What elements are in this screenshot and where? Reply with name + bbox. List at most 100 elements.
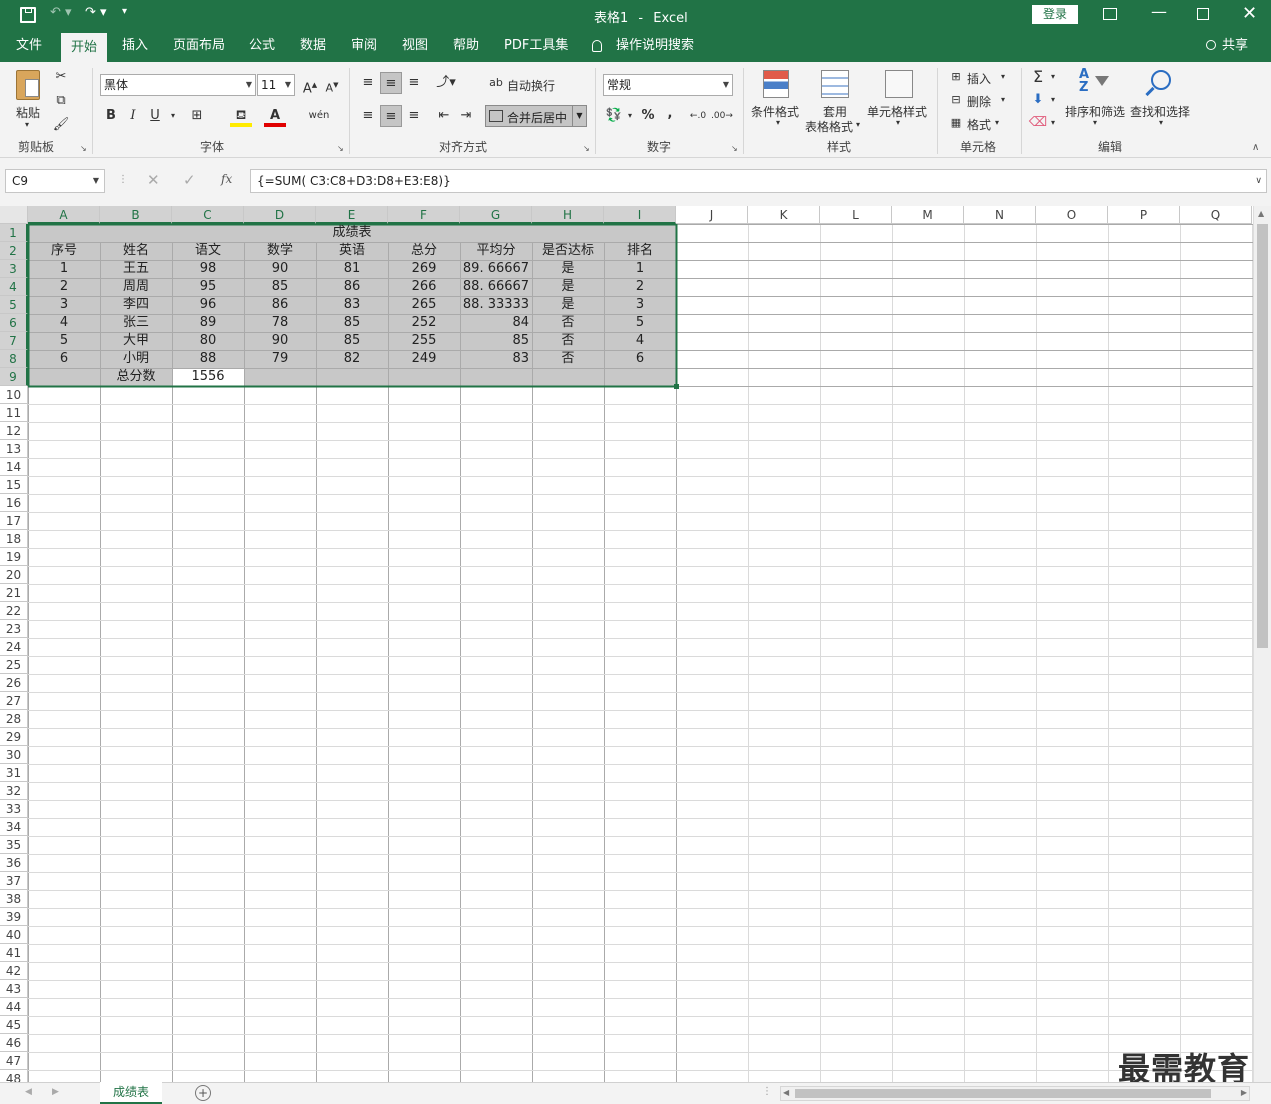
tab-review[interactable]: 审阅 (351, 30, 377, 62)
spreadsheet-grid[interactable]: ABCDEFGHIJKLMNOPQ 1 2 3 4 5 6 7 8 9 10 11 12 13 14 15 1… (0, 206, 1271, 1082)
table-cell[interactable]: 255 (388, 332, 460, 350)
row-header[interactable]: 44 (0, 998, 28, 1016)
collapse-ribbon-icon[interactable]: ∧ (1252, 142, 1259, 153)
row-header[interactable]: 15 (0, 476, 28, 494)
header-cell[interactable]: 是否达标 (532, 242, 604, 260)
format-as-table-line2[interactable]: 表格格式 (805, 118, 853, 135)
header-cell[interactable]: 英语 (316, 242, 388, 260)
table-cell[interactable]: 86 (244, 296, 316, 314)
align-left-icon[interactable]: ≡ (357, 105, 379, 127)
table-cell[interactable]: 84 (460, 314, 532, 332)
merge-dropdown-icon[interactable]: ▼ (572, 106, 586, 126)
row-header[interactable]: 38 (0, 890, 28, 908)
row-header[interactable]: 48 (0, 1070, 28, 1082)
table-cell[interactable]: 80 (172, 332, 244, 350)
horizontal-scrollbar[interactable]: ◀ ▶ (780, 1086, 1250, 1101)
column-header-H[interactable]: H (532, 206, 604, 224)
align-top-icon[interactable]: ≡ (357, 72, 379, 94)
format-cells-button[interactable]: 格式 (967, 116, 991, 133)
table-cell[interactable]: 3 (28, 296, 100, 314)
row-header[interactable]: 30 (0, 746, 28, 764)
ribbon-display-icon[interactable] (1103, 8, 1117, 20)
table-cell[interactable]: 85 (316, 314, 388, 332)
row-header[interactable]: 13 (0, 440, 28, 458)
total-value-cell[interactable]: 1556 (172, 368, 244, 386)
prev-sheet-icon[interactable]: ◀ (25, 1087, 32, 1097)
scroll-right-icon[interactable]: ▶ (1241, 1088, 1247, 1097)
table-cell[interactable]: 98 (172, 260, 244, 278)
table-cell[interactable]: 1 (28, 260, 100, 278)
minimize-icon[interactable]: — (1151, 2, 1167, 21)
fill-handle[interactable] (674, 384, 679, 389)
row-header[interactable]: 7 (0, 332, 28, 350)
table-cell[interactable]: 269 (388, 260, 460, 278)
column-header-J[interactable]: J (676, 206, 748, 224)
tab-pdf-tools[interactable]: PDF工具集 (504, 30, 568, 62)
clear-dropdown-icon[interactable]: ▾ (1051, 118, 1055, 127)
chevron-down-icon[interactable]: ▼ (93, 170, 99, 192)
row-header[interactable]: 32 (0, 782, 28, 800)
row-header[interactable]: 16 (0, 494, 28, 512)
row-header[interactable]: 14 (0, 458, 28, 476)
table-cell[interactable]: 周周 (100, 278, 172, 296)
tab-file[interactable]: 文件 (16, 30, 42, 62)
table-cell[interactable]: 6 (28, 350, 100, 368)
sort-dropdown-icon[interactable]: ▾ (1093, 118, 1097, 127)
table-cell[interactable]: 李四 (100, 296, 172, 314)
align-middle-icon[interactable]: ≡ (380, 72, 402, 94)
column-header-E[interactable]: E (316, 206, 388, 224)
find-dropdown-icon[interactable]: ▾ (1159, 118, 1163, 127)
expand-formula-icon[interactable]: ∨ (1255, 170, 1262, 192)
cell-styles-icon[interactable] (885, 70, 913, 98)
row-header[interactable]: 35 (0, 836, 28, 854)
name-box[interactable]: C9 ▼ (5, 169, 105, 193)
table-cell[interactable]: 83 (316, 296, 388, 314)
table-cell[interactable]: 89. 66667 (460, 260, 532, 278)
align-right-icon[interactable]: ≡ (403, 105, 425, 127)
font-launcher-icon[interactable]: ↘ (337, 144, 344, 153)
close-icon[interactable]: ✕ (1242, 3, 1257, 24)
sheet-tab-active[interactable]: 成绩表 (100, 1082, 162, 1104)
redo-icon[interactable]: ↷ ▾ (85, 5, 107, 20)
table-cell[interactable]: 否 (532, 314, 604, 332)
table-cell[interactable]: 大甲 (100, 332, 172, 350)
paste-dropdown-icon[interactable]: ▾ (25, 120, 29, 129)
conditional-format-button[interactable]: 条件格式 (751, 103, 799, 120)
column-header-G[interactable]: G (460, 206, 532, 224)
table-cell[interactable]: 4 (604, 332, 676, 350)
format-painter-icon[interactable]: 🖌 (50, 114, 72, 136)
table-cell[interactable]: 5 (604, 314, 676, 332)
row-header[interactable]: 40 (0, 926, 28, 944)
percent-button[interactable]: % (637, 105, 659, 127)
merge-center-button[interactable]: 合并后居中 ▼ (485, 105, 587, 127)
copy-icon[interactable]: ⧉ (50, 90, 72, 112)
clipboard-launcher-icon[interactable]: ↘ (80, 144, 87, 153)
tab-view[interactable]: 视图 (402, 30, 428, 62)
row-header[interactable]: 25 (0, 656, 28, 674)
select-all-corner[interactable] (0, 206, 28, 224)
table-cell[interactable]: 83 (460, 350, 532, 368)
row-header[interactable]: 8 (0, 350, 28, 368)
format-as-table-dropdown-icon[interactable]: ▾ (856, 120, 860, 129)
row-header[interactable]: 2 (0, 242, 28, 260)
align-bottom-icon[interactable]: ≡ (403, 72, 425, 94)
header-cell[interactable]: 排名 (604, 242, 676, 260)
add-sheet-icon[interactable]: + (195, 1085, 211, 1101)
wrap-text-icon[interactable]: ab (485, 72, 507, 94)
row-header[interactable]: 36 (0, 854, 28, 872)
row-header[interactable]: 19 (0, 548, 28, 566)
table-cell[interactable]: 79 (244, 350, 316, 368)
number-format-select[interactable]: 常规 ▼ (603, 74, 733, 96)
table-cell[interactable]: 86 (316, 278, 388, 296)
table-cell[interactable]: 否 (532, 332, 604, 350)
table-cell[interactable]: 89 (172, 314, 244, 332)
row-header[interactable]: 12 (0, 422, 28, 440)
italic-button[interactable]: I (122, 105, 144, 127)
row-header[interactable]: 9 (0, 368, 28, 386)
table-cell[interactable]: 265 (388, 296, 460, 314)
login-button[interactable]: 登录 (1032, 5, 1078, 24)
column-header-D[interactable]: D (244, 206, 316, 224)
bold-button[interactable]: B (100, 105, 122, 127)
table-cell[interactable]: 2 (604, 278, 676, 296)
delete-cells-button[interactable]: 删除 (967, 93, 991, 110)
